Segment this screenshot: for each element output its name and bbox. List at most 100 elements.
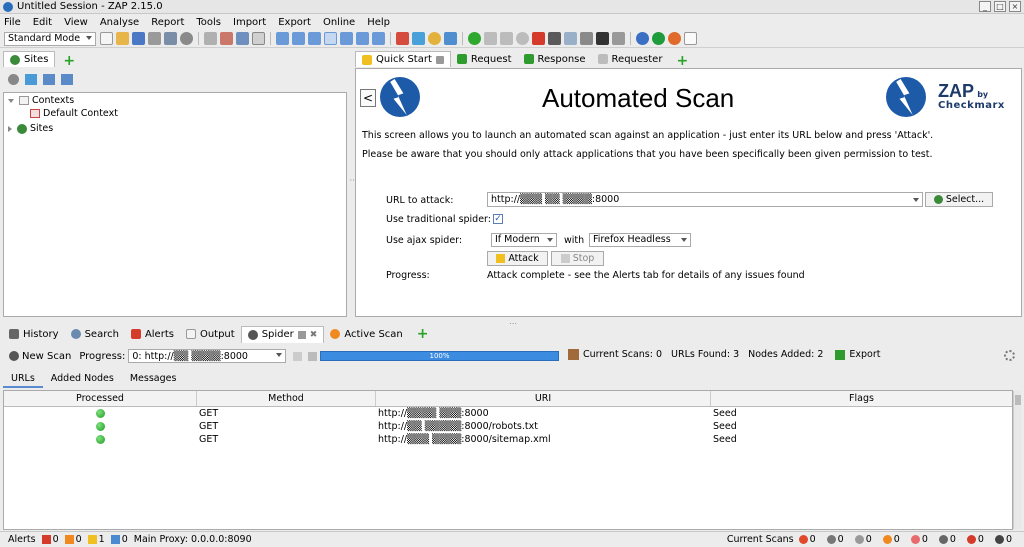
tab-spider[interactable]: Spider ✖: [240, 325, 325, 343]
snapshot-icon[interactable]: [148, 32, 161, 45]
tree-item-sites[interactable]: Sites: [8, 123, 53, 134]
maximize-button[interactable]: □: [994, 1, 1006, 12]
open-session-icon[interactable]: [116, 32, 129, 45]
tab-active-scan[interactable]: Active Scan: [324, 326, 408, 343]
scrollbar-thumb[interactable]: [1015, 395, 1021, 405]
new-session-icon[interactable]: [100, 32, 113, 45]
breakpoint-on-icon[interactable]: [468, 32, 481, 45]
pause-icon[interactable]: [293, 351, 303, 361]
network-icon[interactable]: [564, 32, 577, 45]
layout-full-icon[interactable]: [252, 32, 265, 45]
close-icon[interactable]: ✖: [310, 330, 318, 340]
menu-edit[interactable]: Edit: [33, 17, 52, 28]
save-session-icon[interactable]: [132, 32, 145, 45]
tab-response[interactable]: Response: [518, 51, 592, 67]
tab-search[interactable]: Search: [65, 326, 125, 343]
context-icon[interactable]: [412, 32, 425, 45]
scan-count-6[interactable]: 0: [938, 534, 956, 545]
column-method[interactable]: Method: [197, 391, 376, 406]
layout-left-icon[interactable]: [276, 32, 289, 45]
gear-icon[interactable]: [180, 32, 193, 45]
stop-button[interactable]: Stop: [551, 251, 604, 266]
scan-policy-icon[interactable]: [396, 32, 409, 45]
layout-top-icon[interactable]: [292, 32, 305, 45]
table-row[interactable]: GET http://▒▒ ▒▒▒▒▒:8000/robots.txt Seed: [4, 420, 1012, 433]
subtab-messages[interactable]: Messages: [122, 371, 185, 388]
scan-count-8[interactable]: 0: [994, 534, 1012, 545]
add-tab-plus-icon[interactable]: +: [676, 54, 688, 68]
chevron-right-icon[interactable]: [8, 125, 12, 132]
column-processed[interactable]: Processed: [4, 391, 197, 406]
attack-button[interactable]: Attack: [487, 251, 548, 266]
scan-count-7[interactable]: 0: [966, 534, 984, 545]
menu-import[interactable]: Import: [233, 17, 266, 28]
table-row[interactable]: GET http://▒▒▒ ▒▒▒▒:8000/sitemap.xml See…: [4, 433, 1012, 446]
scan-count-5[interactable]: 0: [910, 534, 928, 545]
table-row[interactable]: GET http://▒▒▒▒ ▒▒▒:8000 Seed: [4, 407, 1012, 420]
mark-alert-icon[interactable]: [236, 32, 249, 45]
menu-help[interactable]: Help: [367, 17, 390, 28]
show-all-icon[interactable]: [8, 74, 19, 85]
subtab-urls[interactable]: URLs: [3, 371, 43, 388]
layout-bottom-icon[interactable]: [340, 32, 353, 45]
tab-alerts[interactable]: Alerts: [125, 326, 180, 343]
tree-item-contexts[interactable]: Contexts: [8, 95, 74, 106]
terminal-icon[interactable]: [596, 32, 609, 45]
alert-low[interactable]: 1: [87, 534, 105, 545]
stop-icon[interactable]: [308, 351, 318, 361]
lock-icon[interactable]: [428, 32, 441, 45]
pin-tabs-icon[interactable]: [220, 32, 233, 45]
menu-view[interactable]: View: [64, 17, 88, 28]
menu-file[interactable]: File: [4, 17, 21, 28]
add-tab-plus-icon[interactable]: +: [417, 327, 429, 341]
tab-quick-start[interactable]: Quick Start: [355, 51, 451, 67]
firefox-icon[interactable]: [668, 32, 681, 45]
notes-icon[interactable]: [684, 32, 697, 45]
request-icon[interactable]: [444, 32, 457, 45]
manage-add-ons-icon[interactable]: [580, 32, 593, 45]
tab-request[interactable]: Request: [451, 51, 518, 67]
layout-split-icon[interactable]: [356, 32, 369, 45]
scan-count-1[interactable]: 0: [798, 534, 816, 545]
url-input[interactable]: http://▒▒▒ ▒▒ ▒▒▒▒:8000: [487, 192, 923, 207]
column-flags[interactable]: Flags: [711, 391, 1012, 406]
alert-medium[interactable]: 0: [64, 534, 82, 545]
tab-requester[interactable]: Requester: [592, 51, 669, 67]
mode-select[interactable]: Standard Mode: [4, 31, 96, 46]
menu-tools[interactable]: Tools: [196, 17, 221, 28]
chevron-down-icon[interactable]: [8, 98, 14, 103]
layout-expand-icon[interactable]: [372, 32, 385, 45]
drop-icon[interactable]: [516, 32, 529, 45]
menu-online[interactable]: Online: [323, 17, 355, 28]
continue-icon[interactable]: [500, 32, 513, 45]
browser-select[interactable]: Firefox Headless: [589, 233, 691, 247]
new-scan-button[interactable]: New Scan: [22, 351, 71, 362]
gear-icon[interactable]: [1004, 350, 1015, 361]
show-tabs-icon[interactable]: [204, 32, 217, 45]
scan-count-3[interactable]: 0: [854, 534, 872, 545]
alert-info[interactable]: 0: [110, 534, 128, 545]
step-icon[interactable]: [484, 32, 497, 45]
new-context-icon[interactable]: [25, 74, 37, 85]
pin-icon[interactable]: [297, 330, 306, 339]
column-uri[interactable]: URI: [376, 391, 711, 406]
layout-right-icon[interactable]: [308, 32, 321, 45]
scan-count-2[interactable]: 0: [826, 534, 844, 545]
export-context-icon[interactable]: [61, 74, 73, 85]
tab-sites[interactable]: Sites: [3, 51, 56, 67]
back-button[interactable]: <: [360, 89, 376, 107]
layout-tabs-icon[interactable]: [324, 32, 337, 45]
add-tab-plus-icon[interactable]: +: [63, 54, 75, 68]
close-button[interactable]: ×: [1009, 1, 1021, 12]
select-button[interactable]: Select...: [925, 192, 993, 207]
ajax-mode-select[interactable]: If Modern: [491, 233, 557, 247]
menu-report[interactable]: Report: [151, 17, 184, 28]
console-icon[interactable]: [548, 32, 561, 45]
hud-icon[interactable]: [652, 32, 665, 45]
menu-analyse[interactable]: Analyse: [100, 17, 139, 28]
menu-export[interactable]: Export: [278, 17, 311, 28]
session-properties-icon[interactable]: [164, 32, 177, 45]
broom-icon[interactable]: [568, 349, 579, 360]
export-button[interactable]: Export: [849, 349, 880, 360]
table-scrollbar[interactable]: [1013, 391, 1021, 529]
